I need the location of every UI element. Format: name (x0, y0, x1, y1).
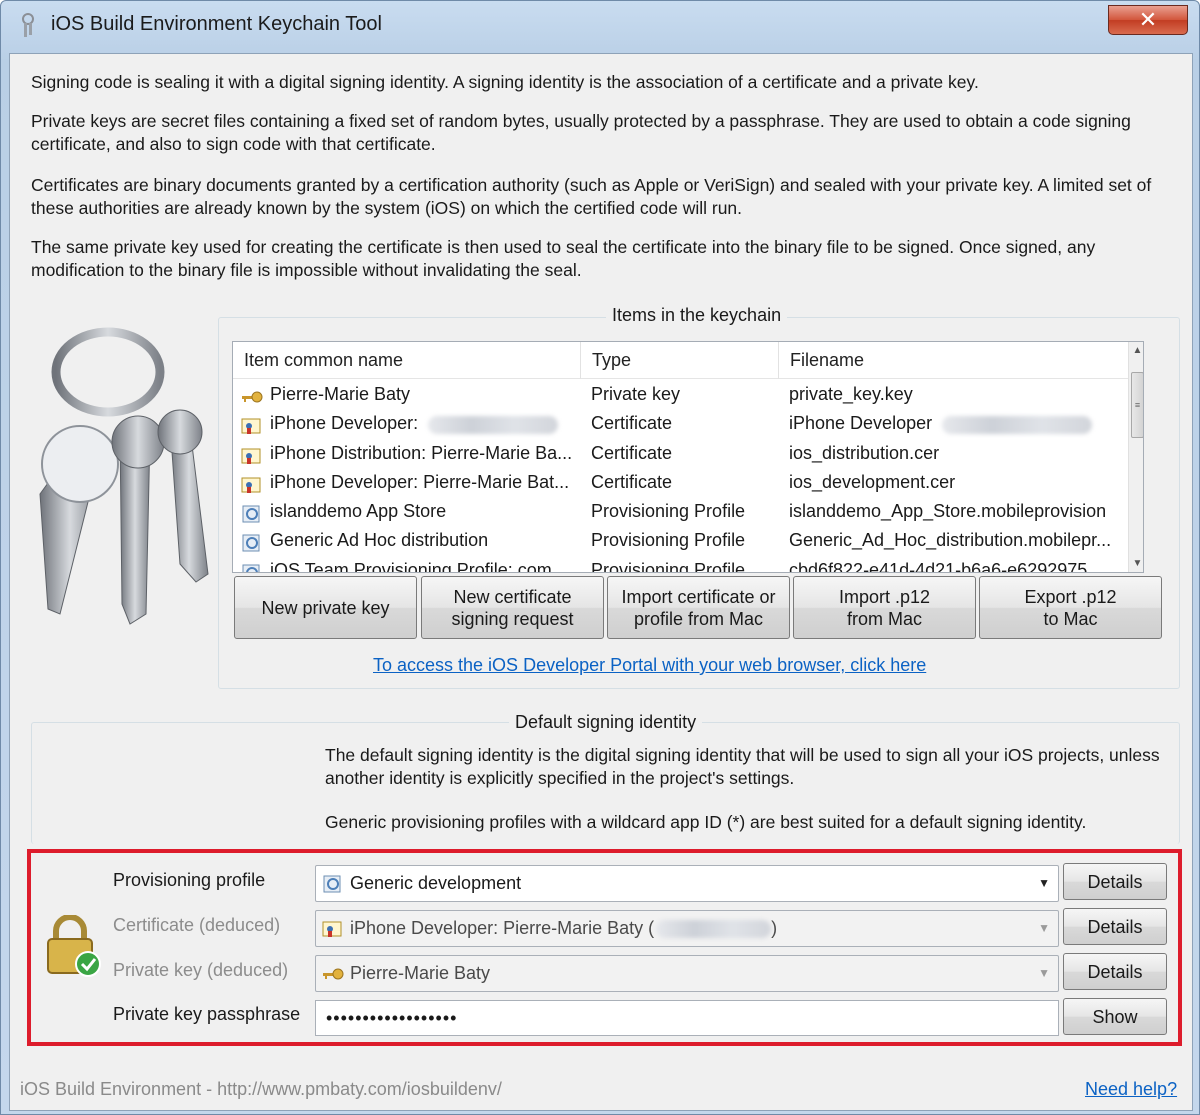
cell-filename: Generic_Ad_Hoc_distribution.mobilepr... (789, 530, 1112, 551)
cell-filename: iPhone Developer (789, 409, 1125, 438)
provisioning-profile-icon (241, 532, 263, 552)
identity-description: The default signing identity is the digi… (325, 745, 1160, 788)
table-row[interactable]: islanddemo App Store Provisioning Profile… (233, 497, 1128, 526)
table-row[interactable]: iOS Team Provisioning Profile: com... Pro… (233, 556, 1128, 573)
key-icon (323, 968, 344, 980)
provisioning-profile-combo[interactable]: Generic development ▼ (315, 865, 1059, 902)
redacted-text (428, 415, 559, 434)
certificate-icon (241, 474, 263, 493)
cell-type: Certificate (591, 413, 673, 434)
cell-filename: private_key.key (789, 384, 913, 404)
scroll-up-arrow-icon[interactable]: ▲ (1129, 342, 1143, 359)
new-csr-button[interactable]: New certificate signing request (421, 576, 604, 639)
column-header-name[interactable]: Item common name (233, 342, 581, 379)
profile-details-button[interactable]: Details (1063, 863, 1167, 900)
table-row[interactable]: iPhone Developer: Certificate iPhone Devel… (233, 409, 1128, 438)
table-row[interactable]: Generic Ad Hoc distribution Provisioning … (233, 526, 1128, 555)
cell-filename: ios_development.cer (789, 471, 956, 492)
window-title: iOS Build Environment Keychain Tool (51, 13, 382, 35)
cell-filename: cbd6f822-e41d-4d21-b6a6-e6292975... (789, 559, 1103, 573)
scroll-down-arrow-icon[interactable]: ▼ (1129, 555, 1143, 572)
cell-type: Provisioning Profile (591, 559, 746, 573)
chevron-down-icon[interactable]: ▼ (1038, 956, 1050, 991)
redacted-id (656, 920, 772, 939)
list-rows: Pierre-Marie Baty Private key private_key.… (233, 380, 1128, 573)
private-key-combo[interactable]: Pierre-Marie Baty ▼ (315, 955, 1059, 992)
column-header-type[interactable]: Type (581, 342, 779, 379)
cell-name: iOS Team Provisioning Profile: com... (270, 559, 567, 573)
cell-type: Provisioning Profile (591, 530, 746, 551)
provisioning-profile-icon (241, 562, 263, 572)
key-icon (241, 386, 263, 404)
chevron-down-icon[interactable]: ▼ (1038, 866, 1050, 901)
chevron-down-icon[interactable]: ▼ (1038, 911, 1050, 946)
close-button[interactable]: ✕ (1108, 5, 1188, 35)
certificate-icon (241, 415, 263, 435)
cell-type: Private key (591, 384, 681, 404)
cell-type: Certificate (591, 442, 673, 463)
developer-portal-link[interactable]: To access the iOS Developer Portal with … (373, 655, 926, 676)
client-area: Signing code is sealing it with a digita… (9, 53, 1193, 1111)
intro-paragraph-3: Certificates are binary documents grante… (31, 175, 1152, 218)
need-help-link[interactable]: Need help? (1085, 1079, 1177, 1100)
cell-name: Generic Ad Hoc distribution (270, 530, 489, 551)
identity-hint: Generic provisioning profiles with a wil… (325, 812, 1087, 832)
cell-name: iPhone Developer: Pierre-Marie Bat... (270, 471, 570, 492)
provisioning-profile-icon (241, 503, 263, 523)
intro-paragraph-4: The same private key used for creating t… (31, 237, 1096, 280)
app-window: iOS Build Environment Keychain Tool ✕ Si… (0, 0, 1200, 1115)
identity-group-caption: Default signing identity (509, 712, 703, 733)
footer-url: iOS Build Environment - http://www.pmbat… (20, 1079, 502, 1099)
list-header: Item common name Type Filename (233, 342, 1128, 379)
certificate-label: Certificate (deduced) (113, 915, 281, 935)
passphrase-field[interactable]: •••••••••••••••••• (315, 1000, 1059, 1036)
keychain-group-caption: Items in the keychain (606, 305, 788, 326)
cell-name: iPhone Distribution: Pierre-Marie Ba... (270, 442, 573, 463)
export-p12-button[interactable]: Export .p12 to Mac (979, 576, 1162, 639)
table-row[interactable]: iPhone Developer: Pierre-Marie Bat... Cer… (233, 468, 1128, 497)
redacted-text (942, 415, 1093, 434)
keys-app-icon (22, 13, 34, 37)
private-key-label: Private key (deduced) (113, 960, 289, 980)
list-scrollbar[interactable]: ▲ ≡ ▼ (1128, 342, 1143, 572)
table-row[interactable]: iPhone Distribution: Pierre-Marie Ba... C… (233, 439, 1128, 468)
provisioning-profile-icon (323, 875, 341, 893)
certificate-details-button[interactable]: Details (1063, 908, 1167, 945)
keychain-list[interactable]: Item common name Type Filename Pierre-Ma… (232, 341, 1144, 573)
lock-check-icon (47, 915, 101, 977)
table-row[interactable]: Pierre-Marie Baty Private key private_key.… (233, 380, 1128, 409)
cell-type: Provisioning Profile (591, 501, 746, 522)
cell-filename: islanddemo_App_Store.mobileprovision (789, 501, 1107, 522)
close-icon: ✕ (1138, 7, 1158, 32)
scroll-thumb[interactable]: ≡ (1131, 372, 1143, 438)
import-p12-button[interactable]: Import .p12 from Mac (793, 576, 976, 639)
private-key-details-button[interactable]: Details (1063, 953, 1167, 990)
title-bar[interactable]: iOS Build Environment Keychain Tool ✕ (1, 1, 1199, 51)
certificate-combo[interactable]: iPhone Developer: Pierre-Marie Baty () ▼ (315, 910, 1059, 947)
intro-paragraph-2: Private keys are secret files containing… (31, 111, 1131, 154)
certificate-icon (322, 921, 342, 937)
column-header-filename[interactable]: Filename (779, 342, 1128, 379)
intro-paragraph-1: Signing code is sealing it with a digita… (31, 72, 979, 92)
certificate-icon (241, 445, 263, 464)
cell-name: iPhone Developer: (270, 409, 575, 438)
provisioning-profile-label: Provisioning profile (113, 870, 266, 890)
cell-type: Certificate (591, 471, 673, 492)
new-private-key-button[interactable]: New private key (234, 576, 417, 639)
import-certificate-button[interactable]: Import certificate or profile from Mac (607, 576, 790, 639)
cell-name: islanddemo App Store (270, 501, 447, 522)
show-passphrase-button[interactable]: Show (1063, 998, 1167, 1035)
cell-name: Pierre-Marie Baty (270, 384, 411, 404)
cell-filename: ios_distribution.cer (789, 442, 940, 463)
keys-illustration (39, 327, 209, 625)
passphrase-label: Private key passphrase (113, 1004, 301, 1024)
